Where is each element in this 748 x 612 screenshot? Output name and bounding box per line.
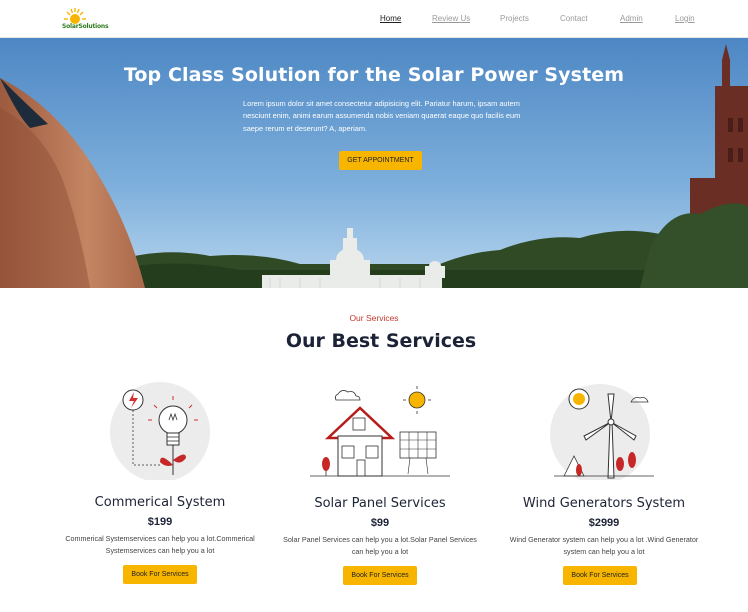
navbar: SolarSolutions Home Review Us Projects C… [0,0,748,38]
nav-link-admin[interactable]: Admin [620,14,643,23]
hero-description: Lorem ipsum dolor sit amet consectetur a… [243,99,521,133]
card-description: Solar Panel Services can help you a lot.… [283,535,477,557]
hero-title: Top Class Solution for the Solar Power S… [123,64,625,86]
services-kicker: Our Services [349,313,399,323]
book-for-services-button[interactable]: Book For Services [123,565,197,584]
nav-link-login[interactable]: Login [675,14,695,23]
card-title: Commerical System [94,495,226,510]
card-price: $99 [370,517,390,529]
service-card-commercial: Commerical System $199 Commerical System… [60,380,260,610]
card-price: $199 [147,516,173,528]
service-card-solar-panel: Solar Panel Services $99 Solar Panel Ser… [280,380,480,610]
card-title: Solar Panel Services [314,496,446,511]
book-for-services-button[interactable]: Book For Services [563,566,637,585]
lightbulb-icon [110,382,210,480]
service-card-wind-generator: Wind Generators System $2999 Wind Genera… [504,380,704,610]
card-description: Wind Generator system can help you a lot… [509,535,699,557]
card-title: Wind Generators System [522,496,686,511]
card-price: $2999 [588,517,620,529]
card-description: Commerical Systemservices can help you a… [65,534,255,556]
nav-link-home[interactable]: Home [380,14,401,23]
nav-menu: Home Review Us Projects Contact Admin Lo… [0,14,748,28]
solar-house-icon [310,386,450,477]
get-appointment-button[interactable]: GET APPOINTMENT [339,151,422,170]
nav-link-review-us[interactable]: Review Us [432,14,470,23]
wind-turbine-icon [550,384,654,480]
book-for-services-button[interactable]: Book For Services [343,566,417,585]
nav-link-contact[interactable]: Contact [560,14,588,23]
hero-banner: Top Class Solution for the Solar Power S… [0,38,748,288]
services-title: Our Best Services [285,330,477,352]
nav-link-projects[interactable]: Projects [500,14,529,23]
